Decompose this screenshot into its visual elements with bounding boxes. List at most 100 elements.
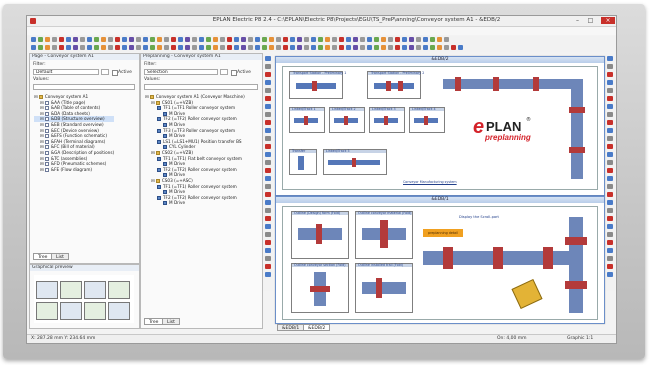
preview-thumb-7[interactable] [84,302,106,320]
toolbar-button-icon[interactable] [171,37,176,42]
toolbar-button-icon[interactable] [73,45,78,50]
filter-select[interactable]: Default [33,69,99,75]
toolbar-button-icon[interactable] [52,45,57,50]
toolbar-button-icon[interactable] [213,37,218,42]
draw-tool-icon[interactable] [265,224,271,229]
draw-tool-icon[interactable] [607,160,613,165]
draw-tool-icon[interactable] [607,96,613,101]
draw-tool-icon[interactable] [607,256,613,261]
toolbar-button-icon[interactable] [346,37,351,42]
toolbar-button-icon[interactable] [458,45,463,50]
draw-tool-icon[interactable] [607,192,613,197]
toolbar-button-icon[interactable] [31,37,36,42]
transfer-box[interactable]: Transfer [289,149,317,175]
toolbar-button-icon[interactable] [80,45,85,50]
draw-tool-icon[interactable] [265,200,271,205]
toolbar-button-icon[interactable] [276,45,281,50]
toolbar-button-icon[interactable] [80,37,85,42]
toolbar-button-icon[interactable] [451,45,456,50]
draw-tool-icon[interactable] [607,112,613,117]
toolbar-button-icon[interactable] [367,45,372,50]
toolbar-button-icon[interactable] [143,45,148,50]
preview-thumb-2[interactable] [60,281,82,299]
doc-tab-edb1[interactable]: &EDB/1 [277,324,305,331]
prep-tab-list[interactable]: List [162,318,180,325]
draw-tool-icon[interactable] [265,216,271,221]
toolbar-button-icon[interactable] [444,45,449,50]
toolbar-button-icon[interactable] [52,37,57,42]
toolbar-button-icon[interactable] [318,37,323,42]
toolbar-button-icon[interactable] [157,45,162,50]
toolbar-button-icon[interactable] [164,37,169,42]
toolbar-button-icon[interactable] [101,37,106,42]
preview-thumb-3[interactable] [84,281,106,299]
toolbar-button-icon[interactable] [409,37,414,42]
prep-tree-item[interactable]: M Drive [145,200,245,206]
toolbar-button-icon[interactable] [332,37,337,42]
toolbar-button-icon[interactable] [395,45,400,50]
station-box-1[interactable]: Transport Station - Preliminary 1 [289,71,346,99]
toolbar-button-icon[interactable] [430,37,435,42]
toolbar-button-icon[interactable] [388,37,393,42]
outline-box-1[interactable]: Outline (Design) form (Fold) [291,211,349,259]
toolbar-button-icon[interactable] [136,37,141,42]
toolbar-button-icon[interactable] [185,45,190,50]
toolbar-button-icon[interactable] [402,37,407,42]
draw-tool-icon[interactable] [265,144,271,149]
filter-options-button[interactable] [101,69,109,75]
toolbar-button-icon[interactable] [360,37,365,42]
draw-tool-icon[interactable] [607,216,613,221]
toolbar-button-icon[interactable] [353,45,358,50]
draw-tool-icon[interactable] [607,136,613,141]
draw-tool-icon[interactable] [265,104,271,109]
toolbar-button-icon[interactable] [227,45,232,50]
draw-tool-icon[interactable] [265,176,271,181]
tab-tree[interactable]: Tree [33,253,53,260]
toolbar-button-icon[interactable] [283,45,288,50]
outline-box-4[interactable]: Outline installed trail (Fold) [355,263,413,313]
draw-tool-icon[interactable] [265,264,271,269]
toolbar-button-icon[interactable] [367,37,372,42]
toolbar-button-icon[interactable] [94,45,99,50]
toolbar-button-icon[interactable] [297,37,302,42]
track-box-2[interactable]: Linked/Track 2 [329,107,365,133]
toolbar-button-icon[interactable] [94,37,99,42]
toolbar-button-icon[interactable] [234,45,239,50]
control-device[interactable] [511,278,543,310]
toolbar-button-icon[interactable] [374,45,379,50]
draw-tool-icon[interactable] [607,248,613,253]
toolbar-button-icon[interactable] [297,45,302,50]
toolbar-button-icon[interactable] [213,45,218,50]
toolbar-button-icon[interactable] [199,45,204,50]
toolbar-button-icon[interactable] [276,37,281,42]
toolbar-button-icon[interactable] [164,45,169,50]
prep-filter-options-button[interactable] [220,69,228,75]
draw-tool-icon[interactable] [265,112,271,117]
tab-list[interactable]: List [51,253,69,260]
minimize-button[interactable]: – [572,17,583,24]
toolbar-button-icon[interactable] [311,37,316,42]
drawing-window-edb2[interactable]: &EDB/2 Transport Station - Preliminary 1… [275,56,605,196]
draw-tool-icon[interactable] [265,240,271,245]
draw-tool-icon[interactable] [265,256,271,261]
maximize-button[interactable]: □ [585,17,596,24]
preview-thumb-8[interactable] [108,302,130,320]
draw-tool-icon[interactable] [607,104,613,109]
toolbar-button-icon[interactable] [122,45,127,50]
toolbar-button-icon[interactable] [115,45,120,50]
draw-tool-icon[interactable] [265,232,271,237]
toolbar-button-icon[interactable] [185,37,190,42]
toolbar-button-icon[interactable] [255,37,260,42]
toolbar-button-icon[interactable] [150,45,155,50]
draw-tool-icon[interactable] [607,64,613,69]
toolbar-button-icon[interactable] [262,37,267,42]
close-button[interactable]: × [601,17,615,24]
toolbar-button-icon[interactable] [59,37,64,42]
draw-tool-icon[interactable] [607,264,613,269]
toolbar-button-icon[interactable] [108,37,113,42]
toolbar-button-icon[interactable] [136,45,141,50]
toolbar-button-icon[interactable] [45,45,50,50]
toolbar-button-icon[interactable] [129,45,134,50]
draw-tool-icon[interactable] [607,208,613,213]
toolbar-button-icon[interactable] [339,37,344,42]
